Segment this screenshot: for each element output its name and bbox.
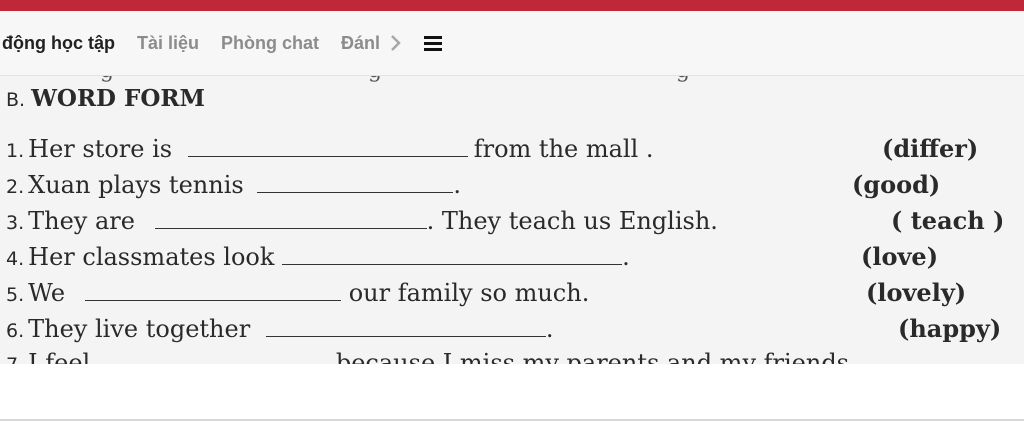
word-hint: (love) xyxy=(861,242,939,271)
exercise-row: 5. We our family so much. (lovely) xyxy=(6,278,967,307)
word-hint: (happy) xyxy=(898,314,1002,343)
tab-danh-gia[interactable]: Đánl xyxy=(341,33,380,54)
tab-tai-lieu[interactable]: Tài liệu xyxy=(137,33,199,54)
answer-blank xyxy=(84,278,341,301)
answer-blank xyxy=(282,242,623,265)
exercise-row: 1. Her store is from the mall . (differ) xyxy=(6,134,979,163)
worksheet-image: g g g B.WORD FORM 1.Her store is from th… xyxy=(0,76,1024,364)
exercise-row: 6. They live together . (happy) xyxy=(6,314,1002,343)
top-accent-bar xyxy=(0,0,1024,11)
top-navigation: t động học tập Tài liệu Phòng chat Đánl xyxy=(0,11,1024,76)
cropped-previous-line: g g g xyxy=(0,76,1024,83)
section-heading: B. WORD FORM xyxy=(6,84,205,112)
word-hint: ( teach ) xyxy=(891,206,1005,235)
exercise-row: 4. Her classmates look . (love) xyxy=(6,242,939,271)
answer-blank xyxy=(106,348,328,364)
word-hint: (good) xyxy=(852,170,941,199)
word-hint: (lovely) xyxy=(866,278,967,307)
answer-blank xyxy=(187,134,468,157)
answer-blank xyxy=(265,314,546,337)
word-hint: (differ) xyxy=(882,134,979,163)
answer-blank xyxy=(257,170,454,193)
exercise-row: 2. Xuan plays tennis . (good) xyxy=(6,170,941,199)
section-title: WORD FORM xyxy=(31,85,205,112)
hamburger-menu-icon[interactable] xyxy=(424,35,443,51)
section-letter: B. xyxy=(6,89,26,111)
bottom-panel xyxy=(0,364,1024,421)
chevron-right-icon[interactable] xyxy=(390,34,402,52)
exercise-row: 3. They are . They teach us English. ( te… xyxy=(6,206,1005,235)
exercise-row: 7.I feel because I miss my parents and m… xyxy=(6,348,1016,364)
answer-blank xyxy=(154,206,427,229)
tab-hoat-dong-hoc-tap[interactable]: t động học tập xyxy=(0,33,115,54)
tab-phong-chat[interactable]: Phòng chat xyxy=(221,33,319,54)
